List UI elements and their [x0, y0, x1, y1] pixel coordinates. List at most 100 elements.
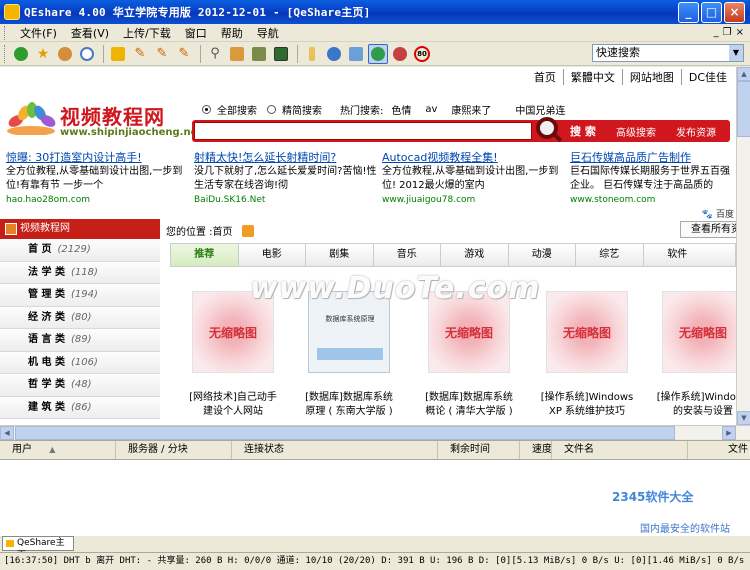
topnav-home[interactable]: 首页 — [527, 69, 564, 85]
resource-card[interactable]: 无缩略图 [操作系统]Windows 的安装与设置 — [656, 291, 736, 419]
resource-card[interactable]: 无缩略图 [数据库]数据库系统概论 ( 清华大学版 ) — [422, 291, 516, 419]
menu-navigate[interactable]: 导航 — [250, 25, 286, 41]
mdi-restore-icon[interactable]: ❐ — [723, 27, 732, 38]
scroll-down-icon[interactable]: ▼ — [737, 411, 750, 425]
sidebar-item[interactable]: 经 济 类 (80) — [0, 306, 160, 329]
radio-exact-search[interactable] — [267, 105, 276, 114]
history-button[interactable] — [77, 44, 97, 64]
resource-caption[interactable]: [数据库]数据库系统原理 ( 东南大学版 ) — [302, 391, 396, 419]
column-speed[interactable]: 速度 — [520, 441, 552, 459]
mdi-minimize-icon[interactable]: _ — [714, 27, 719, 38]
site-search-input[interactable] — [194, 122, 532, 140]
scrollbar-thumb[interactable] — [737, 81, 750, 137]
search-icon[interactable] — [536, 117, 558, 139]
view-all-button[interactable]: 查看所有资 — [680, 221, 736, 238]
sidebar-item[interactable]: 哲 学 类 (48) — [0, 374, 160, 397]
column-filename[interactable]: 文件名 — [552, 441, 688, 459]
menu-help[interactable]: 帮助 — [214, 25, 250, 41]
world-button[interactable] — [368, 43, 388, 64]
resource-card[interactable]: 无缩略图 [网络技术]自己动手建设个人网站 — [186, 291, 280, 419]
tab-recommend[interactable]: 推荐 — [171, 244, 239, 266]
document-tab[interactable]: QeShare主页 — [2, 536, 74, 561]
share-button[interactable] — [249, 44, 269, 64]
hot-search-link[interactable]: 中国兄弟连 — [515, 102, 565, 117]
topnav-sitemap[interactable]: 网站地图 — [623, 69, 682, 85]
tab-software[interactable]: 软件 — [644, 244, 712, 266]
menu-view[interactable]: 查看(V) — [64, 25, 116, 41]
resource-card[interactable]: 数据库系统原理 [数据库]数据库系统原理 ( 东南大学版 ) — [302, 291, 396, 419]
sidebar-item[interactable]: 管 理 类 (194) — [0, 284, 160, 307]
edit-button-1[interactable]: ✎ — [130, 44, 150, 64]
edit-button-2[interactable]: ✎ — [152, 44, 172, 64]
radio-all-search[interactable] — [202, 105, 211, 114]
hot-search-link[interactable]: av — [425, 104, 437, 115]
bookmark-button[interactable] — [227, 44, 247, 64]
resource-caption[interactable]: [网络技术]自己动手建设个人网站 — [186, 391, 280, 419]
tools-button[interactable] — [390, 44, 410, 64]
tab-variety[interactable]: 综艺 — [576, 244, 644, 266]
site-logo[interactable]: 视频教程网 www.shipinjiaocheng.net — [2, 97, 202, 145]
chevron-down-icon[interactable]: ▼ — [729, 45, 743, 61]
menu-file[interactable]: 文件(F) — [13, 25, 64, 41]
user-button[interactable] — [346, 44, 366, 64]
close-button[interactable]: × — [724, 1, 745, 23]
mdi-close-icon[interactable]: × — [736, 27, 744, 38]
tab-movie[interactable]: 电影 — [239, 244, 306, 266]
column-status[interactable]: 连接状态 — [232, 441, 438, 459]
ad-title[interactable]: 惊曝: 30打造室内设计高手! — [6, 151, 191, 165]
minimize-button[interactable]: _ — [678, 1, 699, 23]
ad-title[interactable]: 巨石传媒高品质广告制作 — [570, 151, 734, 165]
ad-title[interactable]: Autocad视频教程全集! — [382, 151, 567, 165]
scroll-right-icon[interactable]: ▶ — [722, 426, 736, 440]
publish-resource-link[interactable]: 发布资源 — [676, 124, 716, 139]
tab-game[interactable]: 游戏 — [441, 244, 509, 266]
vertical-scrollbar[interactable]: ▲ ▼ — [736, 67, 750, 425]
sidebar-item[interactable]: 首 页 (2129) — [0, 239, 160, 262]
resource-caption[interactable]: [操作系统]Windows XP 系统维护技巧 — [540, 391, 634, 419]
column-remaining[interactable]: 剩余时间 — [438, 441, 520, 459]
tab-music[interactable]: 音乐 — [374, 244, 441, 266]
scrollbar-thumb[interactable] — [15, 426, 675, 440]
download-button[interactable] — [108, 44, 128, 64]
users-button[interactable] — [55, 44, 75, 64]
baidu-ad-label[interactable]: 🐾 百度 — [702, 207, 734, 220]
menu-transfer[interactable]: 上传/下载 — [116, 25, 178, 41]
column-user[interactable]: 用户 ▲ — [0, 441, 116, 459]
ad-block[interactable]: Autocad视频教程全集! 全方位教程,从零基础到设计出图,一步到位! 201… — [382, 151, 567, 207]
ad-block[interactable]: 射精太快!怎么延长射精时间? 没几下就射了,怎么延长爱爱时间?苦恼!性生活专家在… — [194, 151, 379, 207]
hot-search-link[interactable]: 康熙来了 — [451, 102, 491, 117]
ad-block[interactable]: 巨石传媒高品质广告制作 巨石国际传媒长期服务于世界五百强企业。 巨石传媒专注于高… — [570, 151, 734, 207]
ad-block[interactable]: 惊曝: 30打造室内设计高手! 全方位教程,从零基础到设计出图,一步到位!有靠有… — [6, 151, 191, 207]
favorite-button[interactable]: ★ — [33, 44, 53, 64]
topnav-traditional[interactable]: 繁體中文 — [564, 69, 623, 85]
resource-card[interactable]: 无缩略图 [操作系统]Windows XP 系统维护技巧 — [540, 291, 634, 419]
no-thumbnail-image[interactable]: 无缩略图 — [662, 291, 736, 373]
speed-limit-button[interactable]: 80 — [412, 44, 432, 64]
advanced-search-link[interactable]: 高级搜索 — [616, 124, 656, 139]
sidebar-item[interactable]: 建 筑 类 (86) — [0, 396, 160, 419]
tab-anime[interactable]: 动漫 — [509, 244, 576, 266]
hot-search-link[interactable]: 色情 — [391, 102, 411, 117]
ad-title[interactable]: 射精太快!怎么延长射精时间? — [194, 151, 379, 165]
column-file[interactable]: 文件 — [688, 441, 750, 459]
column-server[interactable]: 服务器 / 分块 — [116, 441, 232, 459]
resource-caption[interactable]: [操作系统]Windows 的安装与设置 — [656, 391, 736, 419]
quick-search-box[interactable]: 快速搜索 ▼ — [592, 44, 744, 62]
menu-window[interactable]: 窗口 — [178, 25, 214, 41]
globe-button[interactable] — [324, 44, 344, 64]
scroll-left-icon[interactable]: ◀ — [0, 426, 14, 440]
sidebar-item[interactable]: 法 学 类 (118) — [0, 261, 160, 284]
sidebar-item[interactable]: 语 言 类 (89) — [0, 329, 160, 352]
monitor-button[interactable] — [271, 44, 291, 64]
pencil-button[interactable] — [302, 44, 322, 64]
topnav-dc[interactable]: DC佳佳 — [682, 69, 734, 85]
scroll-up-icon[interactable]: ▲ — [737, 67, 750, 81]
tab-series[interactable]: 剧集 — [306, 244, 374, 266]
refresh-button[interactable] — [11, 44, 31, 64]
rss-icon[interactable] — [241, 225, 254, 237]
search-button[interactable]: ⚲ — [205, 44, 225, 64]
horizontal-scrollbar[interactable]: ◀ ▶ — [0, 425, 750, 440]
resource-caption[interactable]: [数据库]数据库系统概论 ( 清华大学版 ) — [422, 391, 516, 419]
sidebar-item[interactable]: 机 电 类 (106) — [0, 351, 160, 374]
site-search-button[interactable]: 搜 索 — [570, 123, 596, 139]
